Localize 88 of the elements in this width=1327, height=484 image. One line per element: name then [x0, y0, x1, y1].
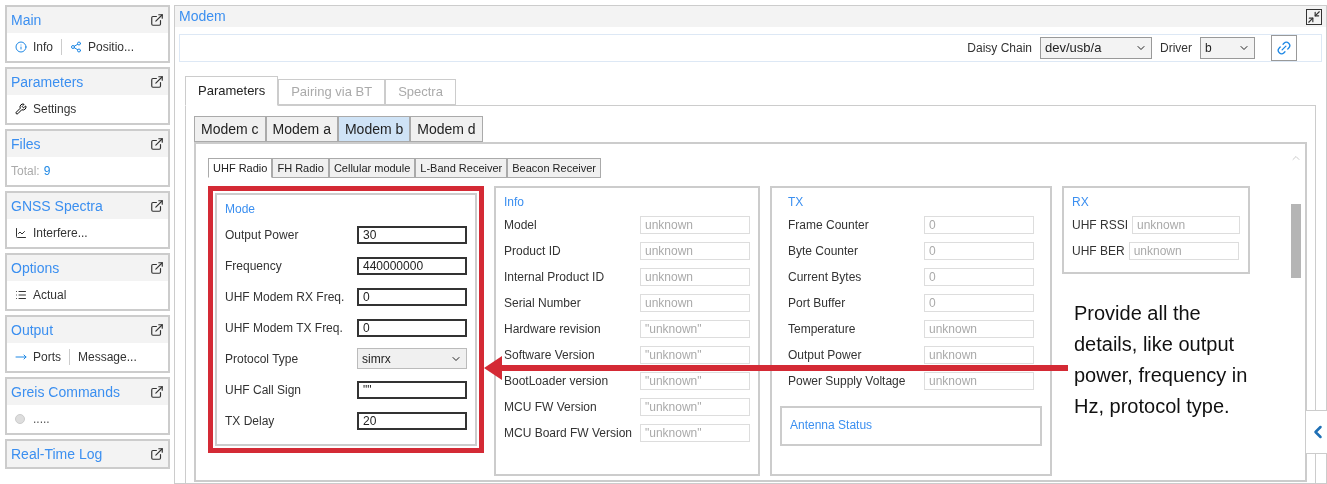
info-icon	[15, 41, 27, 53]
panel-title: Files	[11, 134, 41, 154]
popout-icon[interactable]	[150, 75, 164, 89]
tab[interactable]: Parameters	[185, 76, 279, 106]
callout-text: Provide all the details, like output power, frequency in Hz, protocol type.	[1074, 301, 1249, 419]
panel-title: Output	[11, 320, 54, 340]
field-label: Output Power	[225, 226, 299, 244]
field-label: Serial Number	[504, 295, 581, 312]
link-button[interactable]	[1271, 35, 1297, 61]
field-label: UHF Modem RX Freq.	[225, 288, 345, 306]
field-label: UHF Call Sign	[225, 381, 302, 399]
tab[interactable]: Beacon Receiver	[507, 158, 602, 178]
tab[interactable]: Modem d	[410, 116, 483, 142]
text-field[interactable]: 0	[357, 287, 467, 306]
popout-icon[interactable]	[150, 447, 164, 461]
field-label: Model	[504, 217, 537, 234]
panel-item[interactable]: Settings	[11, 100, 81, 118]
field-label: TX Delay	[225, 412, 275, 430]
panel-item[interactable]: Ports	[11, 348, 65, 366]
field-label: Hardware revision	[504, 321, 601, 338]
group-title: TX	[788, 194, 805, 211]
text-field[interactable]: ""	[357, 380, 467, 399]
nodes-icon	[70, 41, 82, 53]
panel-title: Real-Time Log	[11, 444, 103, 464]
tab[interactable]: Modem b	[337, 116, 411, 142]
field-label: BootLoader version	[504, 373, 609, 390]
total-count: 9	[43, 163, 51, 180]
group-title: Info	[504, 194, 525, 211]
popout-icon[interactable]	[150, 261, 164, 275]
panel-title: GNSS Spectra	[11, 196, 103, 216]
text-field[interactable]: 20	[357, 411, 467, 430]
status-text: .....	[33, 411, 50, 428]
field-label: UHF Modem TX Freq.	[225, 319, 343, 337]
tools-icon	[15, 103, 27, 115]
text-field[interactable]: 440000000	[357, 256, 467, 275]
panel-item[interactable]: Positio...	[66, 38, 139, 56]
tab[interactable]: Modem c	[194, 116, 266, 142]
chart-icon	[15, 227, 27, 239]
popout-icon[interactable]	[150, 137, 164, 151]
field-label: Driver	[1160, 40, 1192, 57]
field-label: MCU FW Version	[504, 399, 597, 416]
dropdown[interactable]: simrx	[357, 348, 467, 369]
dropdown[interactable]: b	[1200, 37, 1255, 59]
tab[interactable]: Modem a	[265, 116, 338, 142]
popout-icon[interactable]	[150, 385, 164, 399]
panel-item[interactable]: Actual	[11, 286, 71, 304]
field-label: Daisy Chain	[967, 40, 1032, 57]
text-field[interactable]: 0	[357, 318, 467, 337]
group-title: RX	[1072, 194, 1090, 211]
tab[interactable]: L-Band Receiver	[415, 158, 508, 178]
field-label: Product ID	[504, 243, 561, 260]
text-field[interactable]: 30	[357, 225, 467, 244]
group-title: Mode	[225, 201, 257, 218]
field-label: Port Buffer	[788, 295, 846, 312]
panel-title: Greis Commands	[11, 382, 120, 402]
list-icon	[15, 289, 27, 301]
panel-title: Main	[11, 10, 42, 30]
dock-icon[interactable]	[1306, 8, 1322, 25]
tab[interactable]: Cellular module	[328, 158, 416, 178]
field-label: Power Supply Voltage	[788, 373, 906, 390]
total-label: Total:	[11, 163, 40, 180]
scrollbar-thumb[interactable]	[1291, 204, 1301, 278]
panel-title: Options	[11, 258, 60, 278]
group-title: Antenna Status	[790, 418, 873, 432]
field-label: Temperature	[788, 321, 856, 338]
panel-title: Modem	[179, 7, 226, 26]
field-label: Protocol Type	[225, 350, 299, 368]
field-label: Frequency	[225, 257, 282, 275]
popout-icon[interactable]	[150, 323, 164, 337]
popout-icon[interactable]	[150, 199, 164, 213]
field-label: Internal Product ID	[504, 269, 605, 286]
field-label: MCU Board FW Version	[504, 425, 633, 442]
panel-item[interactable]: Message...	[74, 348, 141, 366]
field-label: Byte Counter	[788, 243, 859, 260]
field-label: Frame Counter	[788, 217, 869, 234]
field-label: UHF RSSI	[1072, 217, 1128, 234]
dropdown[interactable]: dev/usb/a	[1040, 37, 1152, 59]
field-label: UHF BER	[1072, 243, 1125, 260]
tab[interactable]: FH Radio	[272, 158, 329, 178]
panel-item[interactable]: Info	[11, 38, 57, 56]
field-label: Software Version	[504, 347, 595, 364]
tab[interactable]: UHF Radio	[208, 158, 273, 178]
panel-title: Parameters	[11, 72, 84, 92]
field-label: Output Power	[788, 347, 862, 364]
collapse-tab[interactable]	[1305, 410, 1327, 454]
panel-item[interactable]: Interfere...	[11, 224, 92, 242]
field-label: Current Bytes	[788, 269, 862, 286]
popout-icon[interactable]	[150, 13, 164, 27]
